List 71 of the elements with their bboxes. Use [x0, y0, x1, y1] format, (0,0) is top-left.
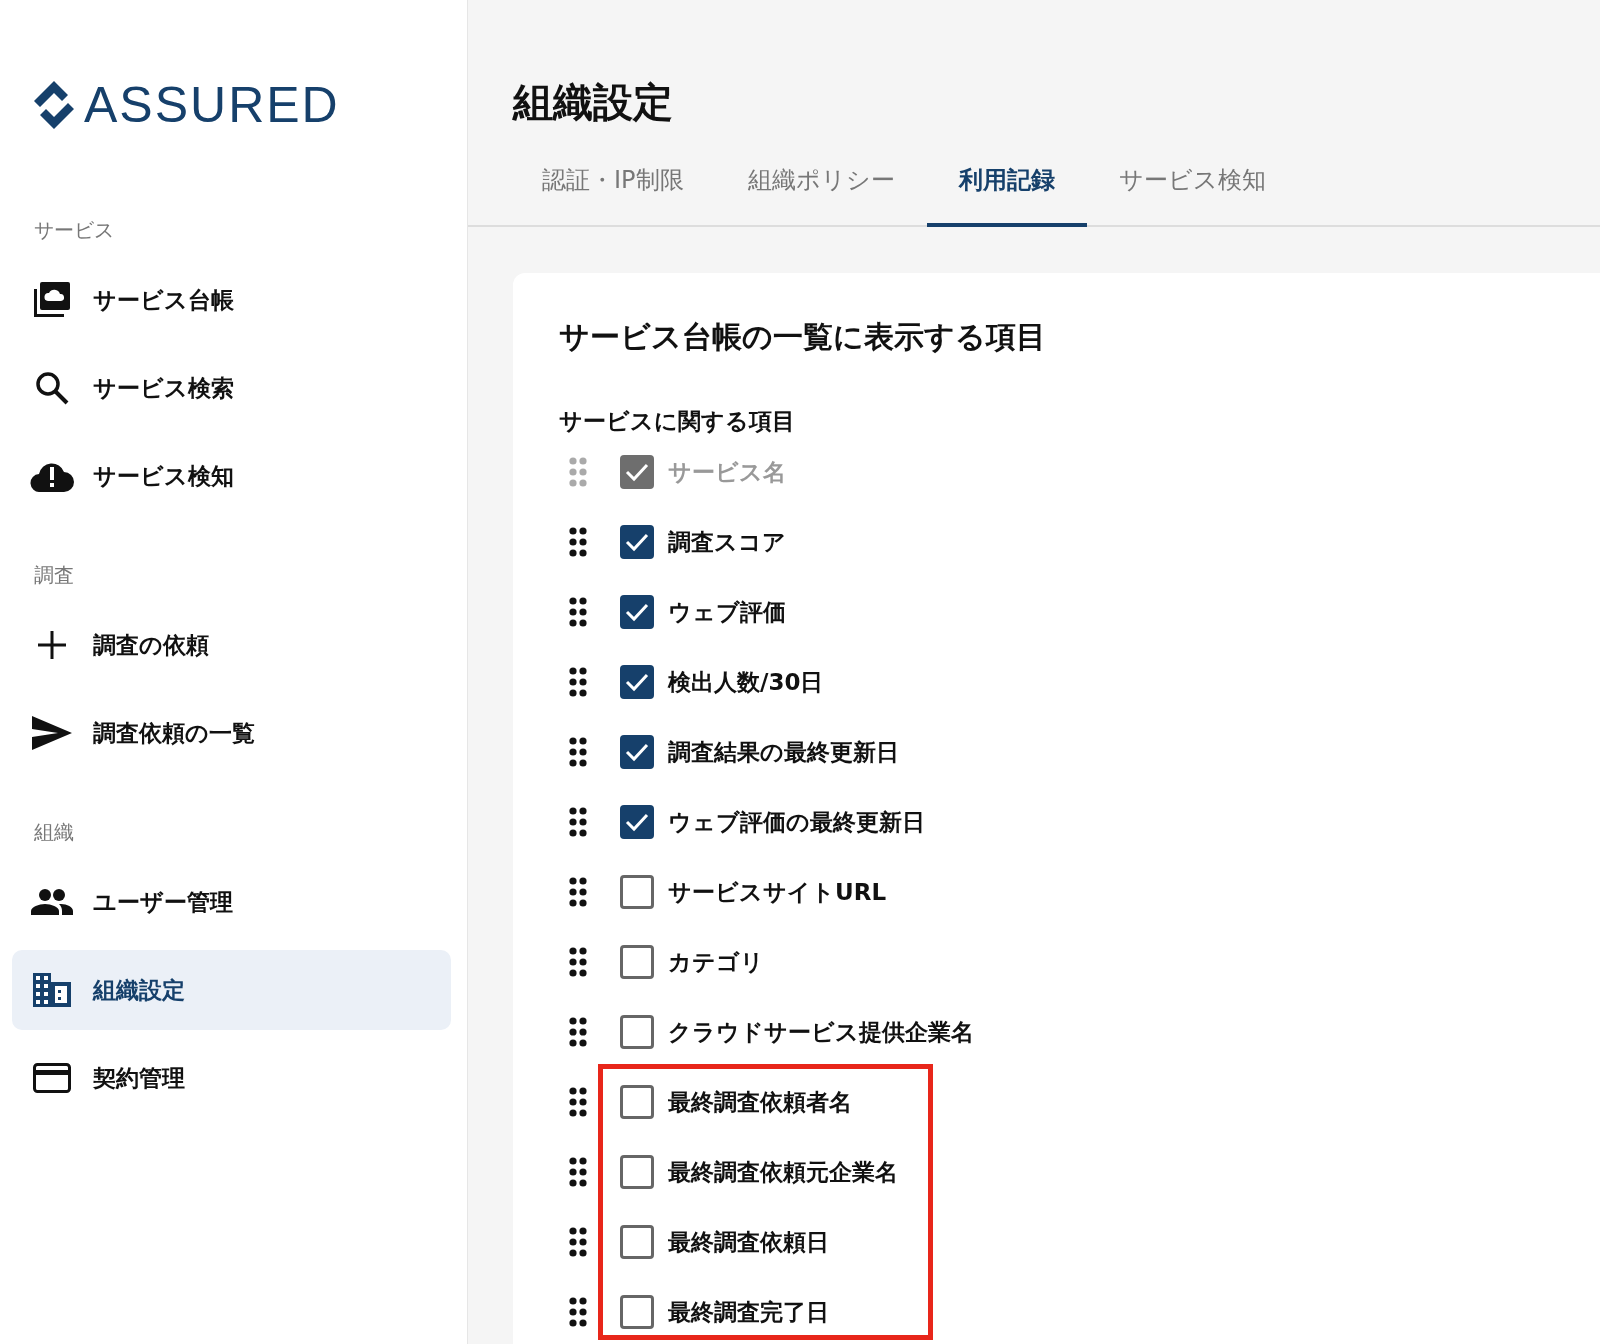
checkbox-label: 調査結果の最終更新日 [668, 737, 899, 767]
drag-handle-icon[interactable] [569, 737, 587, 767]
tab[interactable]: 組織ポリシー [715, 150, 927, 227]
checkmark-icon [625, 812, 649, 832]
checkbox-label: 最終調査依頼元企業名 [668, 1157, 898, 1187]
tab[interactable]: 認証・IP制限 [510, 150, 716, 227]
drag-handle-icon[interactable] [569, 1017, 587, 1047]
checkmark-icon [625, 672, 649, 692]
checkmark-icon [625, 532, 649, 552]
nav-item[interactable]: サービス台帳 [12, 260, 451, 340]
nav-item[interactable]: 調査の依頼 [12, 605, 451, 685]
section-heading: サービス [33, 217, 115, 244]
search-icon [35, 371, 69, 405]
plus-icon [38, 631, 66, 659]
drag-handle-icon[interactable] [569, 947, 587, 977]
drag-handle-icon[interactable] [569, 807, 587, 837]
nav-item[interactable]: サービス検知 [12, 436, 451, 516]
cloud-alert-icon [30, 460, 74, 492]
checkbox[interactable] [620, 1225, 654, 1259]
checkbox[interactable] [620, 1295, 654, 1329]
section-heading: サービスに関する項目 [559, 407, 796, 436]
checkbox-label: クラウドサービス提供企業名 [668, 1017, 974, 1047]
drag-handle-icon[interactable] [569, 1297, 587, 1327]
section-heading: 調査 [33, 562, 75, 589]
checkbox-label: サービス名 [668, 457, 786, 487]
checkbox[interactable] [620, 525, 654, 559]
people-icon [31, 889, 73, 915]
checkbox[interactable] [620, 805, 654, 839]
drag-handle-icon[interactable] [569, 1087, 587, 1117]
checkbox[interactable] [620, 1015, 654, 1049]
drag-handle-icon[interactable] [569, 1227, 587, 1257]
drag-handle-icon[interactable] [569, 667, 587, 697]
credit-card-icon [33, 1063, 71, 1093]
drag-handle-icon[interactable] [569, 527, 587, 557]
checkbox[interactable] [620, 665, 654, 699]
nav-item[interactable]: 調査依頼の一覧 [12, 693, 451, 773]
tab[interactable]: 利用記録 [926, 150, 1087, 227]
checkbox-label: 最終調査依頼日 [668, 1227, 829, 1257]
checkbox-label: 調査スコア [668, 527, 786, 557]
checkbox[interactable] [620, 945, 654, 979]
nav-item[interactable]: ユーザー管理 [12, 862, 451, 942]
checkbox-label: 最終調査完了日 [668, 1297, 829, 1327]
checkbox-label: ウェブ評価 [668, 597, 786, 627]
checkbox-label: ウェブ評価の最終更新日 [668, 807, 925, 837]
tab[interactable]: サービス検知 [1086, 150, 1298, 227]
checkmark-icon [625, 602, 649, 622]
logo-text: ASSURED [84, 79, 340, 131]
drag-handle-icon[interactable] [569, 877, 587, 907]
drag-handle-icon[interactable] [569, 1157, 587, 1187]
checkbox[interactable] [620, 875, 654, 909]
page-title: 組織設定 [513, 78, 674, 127]
nav-item[interactable]: サービス検索 [12, 348, 451, 428]
nav-item[interactable]: 契約管理 [12, 1038, 451, 1118]
checkbox[interactable] [620, 735, 654, 769]
checkbox-label: 最終調査依頼者名 [668, 1087, 852, 1117]
checkmark-icon [625, 462, 649, 482]
drag-handle-icon[interactable] [569, 597, 587, 627]
checkbox-label: カテゴリ [668, 947, 764, 977]
building-icon [33, 973, 71, 1007]
send-icon [32, 716, 72, 750]
nav-item[interactable]: 組織設定 [12, 950, 451, 1030]
checkbox-label: サービスサイトURL [668, 877, 887, 907]
section-heading: 組織 [33, 819, 75, 846]
checkmark-icon [625, 742, 649, 762]
drag-handle-icon[interactable] [569, 457, 587, 487]
checkbox-label: 検出人数/30日 [668, 667, 824, 697]
checkbox[interactable] [620, 595, 654, 629]
checkbox[interactable] [620, 1085, 654, 1119]
photo-library-icon [32, 281, 72, 319]
card-title: サービス台帳の一覧に表示する項目 [559, 318, 1047, 356]
checkbox[interactable] [620, 1155, 654, 1189]
